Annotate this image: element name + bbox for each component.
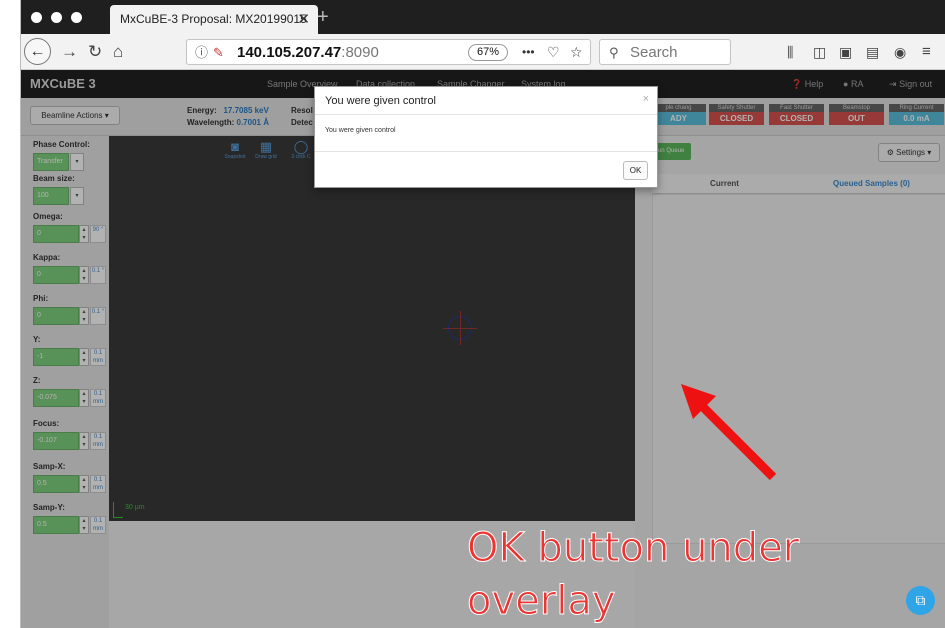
annotation-line-1: OK button under — [466, 525, 800, 572]
annotation-line-2: overlay — [466, 578, 616, 625]
arrow-shape — [681, 384, 777, 481]
screenshot: MxCuBE-3 Proposal: MX20199015 ✕ + ← → ↻ … — [0, 0, 945, 628]
chat-icon[interactable]: ⧉ — [906, 586, 935, 615]
annotation-text: OK button under overlay — [466, 522, 800, 628]
